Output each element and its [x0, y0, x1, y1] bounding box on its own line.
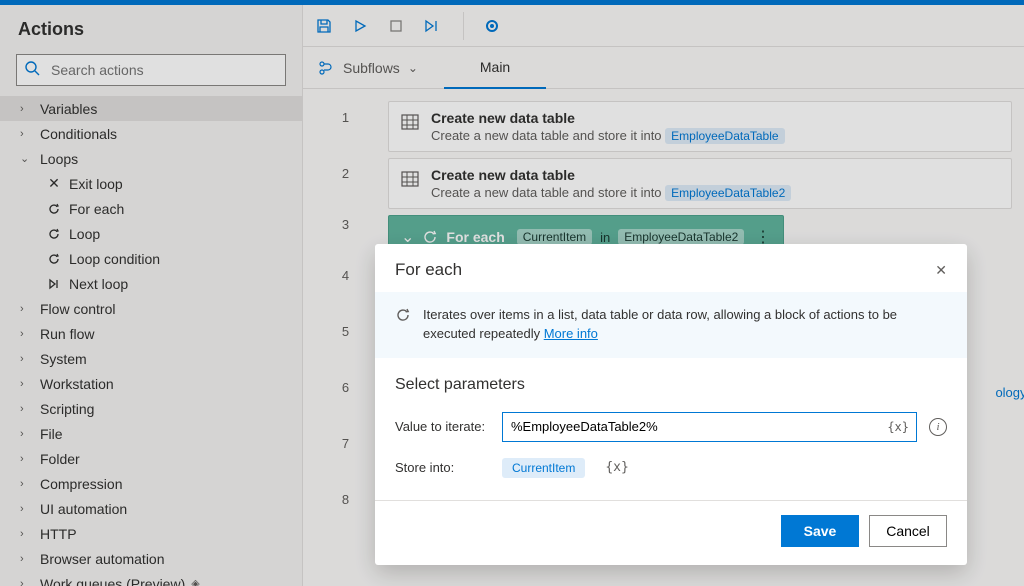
- info-icon[interactable]: i: [929, 418, 947, 436]
- store-label: Store into:: [395, 460, 490, 475]
- fx-icon[interactable]: {x}: [605, 460, 628, 475]
- dialog-title: For each: [395, 260, 462, 280]
- more-info-link[interactable]: More info: [544, 326, 598, 341]
- info-banner: Iterates over items in a list, data tabl…: [375, 292, 967, 358]
- value-label: Value to iterate:: [395, 419, 490, 434]
- store-variable[interactable]: CurrentItem: [502, 458, 585, 478]
- value-to-iterate-input[interactable]: [502, 412, 917, 442]
- cycle-icon: [395, 307, 411, 344]
- cancel-button[interactable]: Cancel: [869, 515, 947, 547]
- modal-overlay: For each ✕ Iterates over items in a list…: [0, 0, 1024, 586]
- fx-icon[interactable]: {x}: [887, 420, 909, 434]
- for-each-dialog: For each ✕ Iterates over items in a list…: [375, 244, 967, 565]
- section-title: Select parameters: [375, 358, 967, 404]
- save-button[interactable]: Save: [781, 515, 859, 547]
- close-icon[interactable]: ✕: [935, 262, 947, 279]
